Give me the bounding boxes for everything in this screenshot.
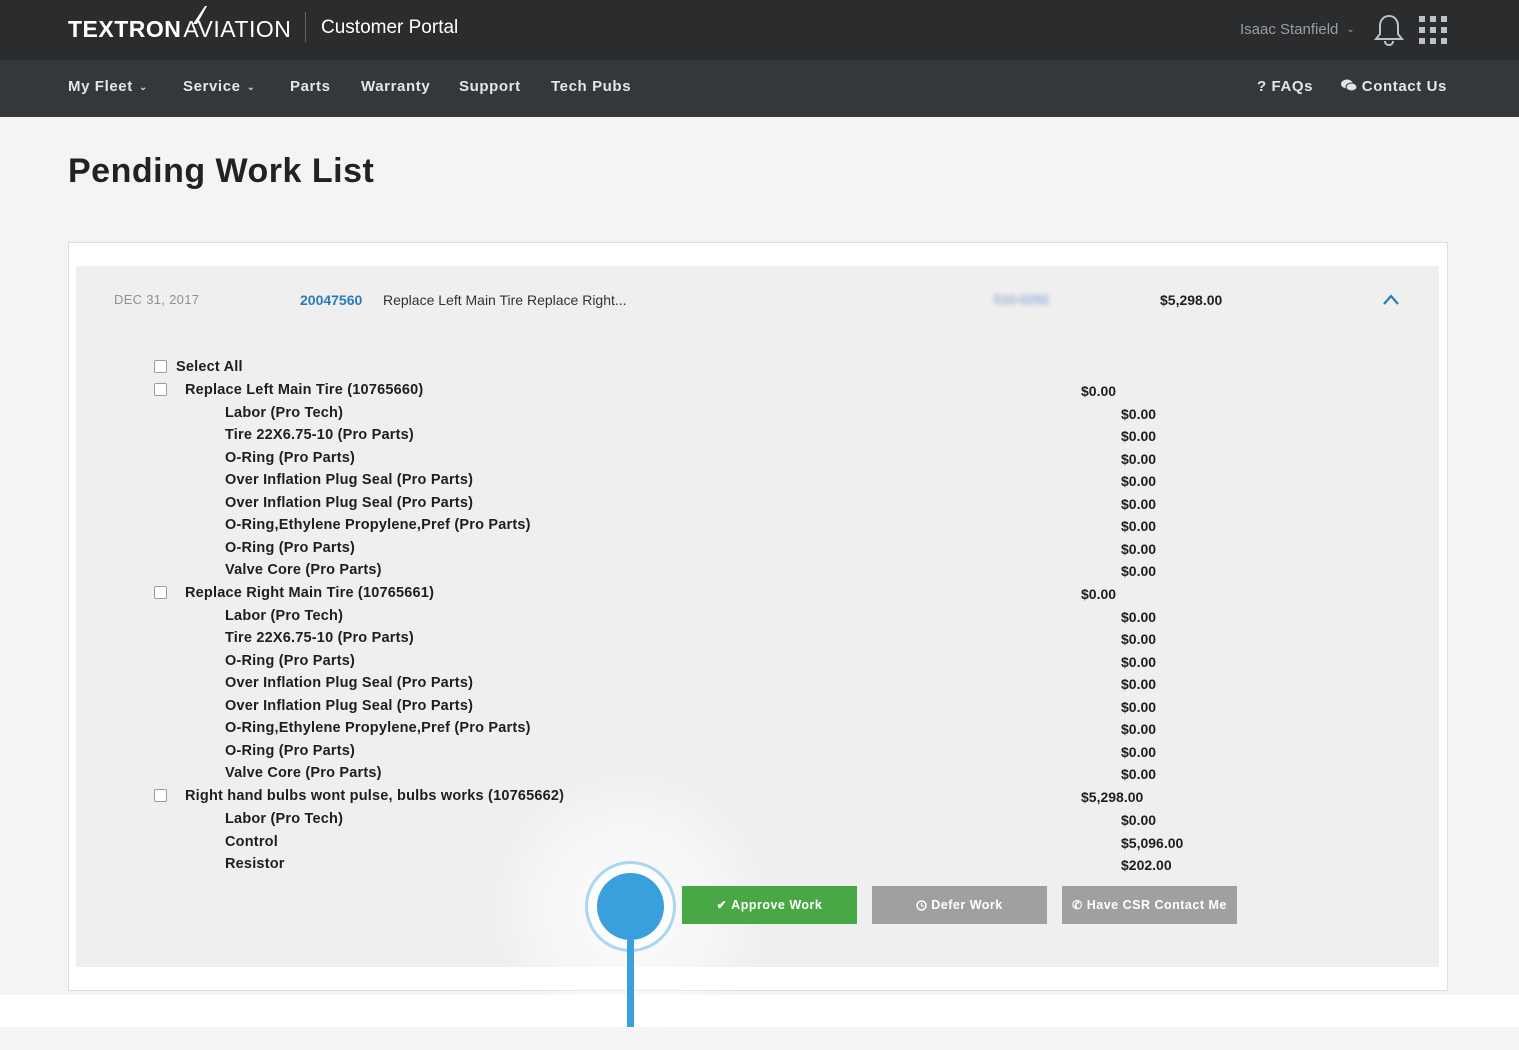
logo-brand: TEXTRON [68, 15, 182, 42]
defer-work-button[interactable]: Defer Work [872, 886, 1047, 924]
item-amount: $0.00 [1081, 383, 1117, 399]
line-item-amount: $0.00 [1121, 766, 1157, 782]
nav-faqs[interactable]: ? FAQs [1257, 78, 1313, 95]
line-item-label: Over Inflation Plug Seal (Pro Parts) [225, 495, 474, 511]
nav-my-fleet[interactable]: My Fleet ⌄ [68, 78, 148, 95]
nav-warranty[interactable]: Warranty [361, 78, 430, 95]
footer-strip [0, 995, 1519, 1027]
chevron-down-icon: ⌄ [138, 82, 148, 93]
line-item-amount: $0.00 [1121, 812, 1157, 828]
work-order-description: Replace Left Main Tire Replace Right... [383, 292, 627, 308]
click-marker-dot [597, 873, 664, 940]
line-item-label: O-Ring,Ethylene Propylene,Pref (Pro Part… [225, 517, 531, 533]
chevron-down-icon: ⌄ [1346, 24, 1355, 35]
line-item-amount: $0.00 [1121, 496, 1157, 512]
nav-tech-pubs[interactable]: Tech Pubs [551, 78, 631, 95]
line-item-amount: $0.00 [1121, 563, 1157, 579]
logo-sub: AVIATION [183, 5, 291, 43]
have-csr-contact-me-button[interactable]: ✆ Have CSR Contact Me [1062, 886, 1237, 924]
line-item-amount: $0.00 [1121, 518, 1157, 534]
line-item-label: Over Inflation Plug Seal (Pro Parts) [225, 675, 474, 691]
line-item-label: O-Ring (Pro Parts) [225, 743, 356, 759]
item-checkbox[interactable] [154, 789, 167, 802]
line-item-amount: $0.00 [1121, 451, 1157, 467]
nav-service[interactable]: Service ⌄ [183, 78, 256, 95]
line-item-amount: $202.00 [1121, 857, 1172, 873]
approve-work-label: Approve Work [731, 898, 823, 912]
line-item-label: Labor (Pro Tech) [225, 405, 344, 421]
item-checkbox[interactable] [154, 383, 167, 396]
select-all-label: Select All [176, 359, 243, 375]
line-item-amount: $0.00 [1121, 609, 1157, 625]
nav-faqs-label: FAQs [1271, 78, 1314, 95]
line-item-amount: $0.00 [1121, 631, 1157, 647]
header-divider [305, 12, 306, 42]
defer-work-label: Defer Work [931, 898, 1003, 912]
line-item-amount: $0.00 [1121, 676, 1157, 692]
line-item-label: O-Ring (Pro Parts) [225, 450, 356, 466]
user-name: Isaac Stanfield [1240, 21, 1339, 38]
line-item-label: Control [225, 834, 278, 850]
line-item-label: O-Ring,Ethylene Propylene,Pref (Pro Part… [225, 720, 531, 736]
work-order-number-link[interactable]: 20047560 [300, 292, 362, 308]
nav-parts[interactable]: Parts [290, 78, 331, 95]
line-item-label: Resistor [225, 856, 285, 872]
line-item-amount: $0.00 [1121, 406, 1157, 422]
approve-work-button[interactable]: ✔ Approve Work [682, 886, 857, 924]
line-item-amount: $0.00 [1121, 654, 1157, 670]
textron-aviation-logo[interactable]: TEXTRON AVIATION [68, 5, 291, 44]
chat-bubbles-icon [1341, 79, 1358, 92]
nav-contact-us-label: Contact Us [1361, 78, 1447, 95]
line-item-amount: $0.00 [1121, 473, 1157, 489]
question-icon: ? [1257, 78, 1267, 95]
apps-grid-icon[interactable] [1419, 16, 1447, 44]
line-item-amount: $5,096.00 [1121, 835, 1184, 851]
work-order-date: DEC 31, 2017 [114, 292, 200, 307]
item-label: Replace Left Main Tire (10765660) [185, 382, 424, 398]
click-marker-stem [627, 940, 634, 1027]
line-item-amount: $0.00 [1121, 744, 1157, 760]
line-item-label: Valve Core (Pro Parts) [225, 765, 382, 781]
page-title: Pending Work List [68, 152, 375, 190]
user-menu[interactable]: Isaac Stanfield ⌄ [1240, 21, 1355, 38]
line-item-amount: $0.00 [1121, 721, 1157, 737]
top-bar: TEXTRON AVIATION Customer Portal Isaac S… [0, 0, 1519, 60]
item-label: Right hand bulbs wont pulse, bulbs works… [185, 788, 565, 804]
line-item-label: O-Ring (Pro Parts) [225, 653, 356, 669]
line-item-label: Tire 22X6.75-10 (Pro Parts) [225, 630, 414, 646]
line-item-label: Over Inflation Plug Seal (Pro Parts) [225, 472, 474, 488]
chevron-down-icon: ⌄ [246, 82, 256, 93]
chevron-up-icon[interactable] [1382, 292, 1400, 306]
work-order-total: $5,298.00 [1160, 292, 1223, 308]
line-item-amount: $0.00 [1121, 428, 1157, 444]
item-checkbox[interactable] [154, 586, 167, 599]
bell-icon[interactable] [1373, 13, 1405, 47]
item-amount: $5,298.00 [1081, 789, 1144, 805]
main-nav: My Fleet ⌄ Service ⌄ Parts Warranty Suppor… [0, 60, 1519, 117]
line-item-label: Valve Core (Pro Parts) [225, 562, 382, 578]
item-label: Replace Right Main Tire (10765661) [185, 585, 435, 601]
have-csr-contact-me-label: Have CSR Contact Me [1086, 898, 1227, 912]
portal-title: Customer Portal [321, 17, 459, 38]
tail-number-blurred: 510-0292 [994, 292, 1049, 307]
line-item-label: Labor (Pro Tech) [225, 811, 344, 827]
line-item-amount: $0.00 [1121, 541, 1157, 557]
select-all-checkbox[interactable] [154, 360, 167, 373]
item-amount: $0.00 [1081, 586, 1117, 602]
line-item-label: Over Inflation Plug Seal (Pro Parts) [225, 698, 474, 714]
nav-my-fleet-label: My Fleet [68, 78, 133, 95]
clock-icon [916, 899, 928, 911]
nav-contact-us[interactable]: Contact Us [1341, 78, 1447, 95]
nav-support[interactable]: Support [459, 78, 521, 95]
nav-service-label: Service [183, 78, 241, 95]
line-item-label: Tire 22X6.75-10 (Pro Parts) [225, 427, 414, 443]
logo-swoosh-icon [193, 5, 208, 24]
check-icon: ✔ [716, 898, 728, 912]
line-item-label: Labor (Pro Tech) [225, 608, 344, 624]
line-item-amount: $0.00 [1121, 699, 1157, 715]
line-item-label: O-Ring (Pro Parts) [225, 540, 356, 556]
phone-icon: ✆ [1072, 898, 1083, 912]
